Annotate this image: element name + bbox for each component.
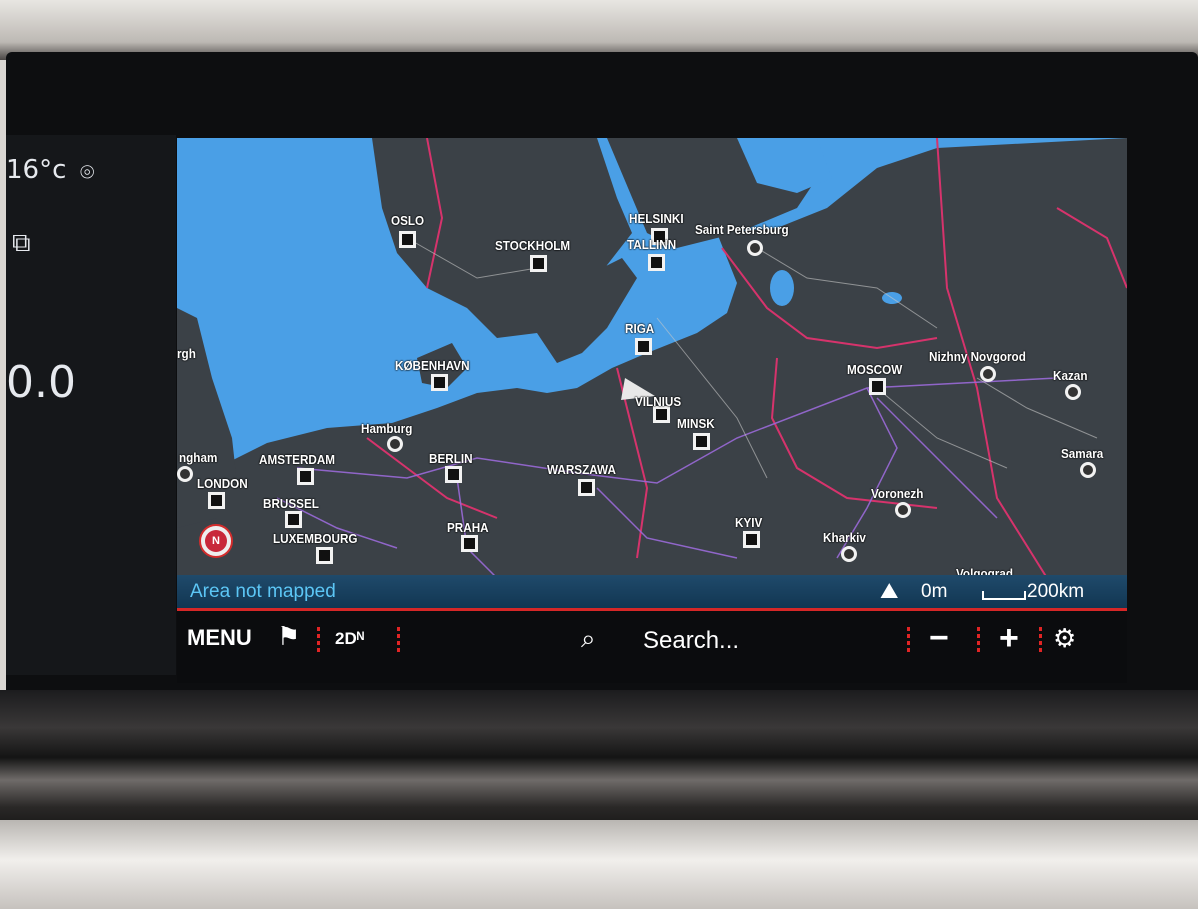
city-marker[interactable] [743, 531, 760, 548]
city-label: Nizhny Novgorod [929, 349, 1026, 364]
toolbar-separator [907, 627, 910, 653]
navigation-toolbar: MENU ⚑ 2Dᴺ ⌕ Search... − + ⚙ [177, 613, 1127, 683]
city-label: ngham [179, 450, 218, 465]
city-label: Voronezh [871, 486, 924, 501]
city-marker[interactable] [431, 374, 448, 391]
map-pin-icon: ⌾ [80, 158, 95, 186]
city-label: LUXEMBOURG [273, 531, 358, 546]
map-status-bar: Area not mapped ⛰ 0m 200km [177, 575, 1127, 611]
search-icon[interactable]: ⌕ [581, 623, 596, 655]
scale-bar-icon [982, 591, 1026, 600]
city-marker[interactable] [693, 433, 710, 450]
city-label: MOSCOW [847, 362, 903, 377]
compass-north-icon: N [205, 530, 227, 552]
mountain-icon: ⛰ [880, 578, 899, 603]
toolbar-separator [1039, 627, 1042, 653]
zoom-out-button[interactable]: − [929, 619, 949, 658]
speed-readout: 0.0 [6, 357, 76, 408]
city-label: VILNIUS [635, 394, 682, 409]
map-options-icon[interactable]: ⚙ [1053, 623, 1076, 654]
city-marker[interactable] [285, 511, 302, 528]
city-marker[interactable] [980, 366, 996, 382]
city-marker[interactable] [399, 231, 416, 248]
zoom-in-button[interactable]: + [999, 619, 1019, 658]
compass-button[interactable]: N [199, 524, 233, 558]
toolbar-separator [397, 627, 400, 653]
media-source-icon[interactable]: ⧉ [12, 228, 31, 259]
menu-button[interactable]: MENU [187, 625, 252, 651]
city-marker[interactable] [297, 468, 314, 485]
city-label: WARSZAWA [547, 462, 616, 477]
destination-flag-icon[interactable]: ⚑ [277, 621, 300, 652]
city-label: Kazan [1053, 368, 1088, 383]
city-marker[interactable] [461, 535, 478, 552]
city-marker[interactable] [635, 338, 652, 355]
city-label: MINSK [677, 416, 715, 431]
city-label: BRUSSEL [263, 496, 319, 511]
dashboard-chrome-strip [0, 820, 1198, 909]
city-marker[interactable] [869, 378, 886, 395]
city-label: TALLINN [627, 237, 677, 252]
search-input[interactable]: Search... [643, 627, 739, 655]
city-label: KYIV [735, 515, 763, 530]
city-label: Saint Petersburg [695, 222, 789, 237]
city-marker[interactable] [445, 466, 462, 483]
city-label: AMSTERDAM [259, 452, 336, 467]
city-marker[interactable] [895, 502, 911, 518]
city-marker[interactable] [747, 240, 763, 256]
city-marker[interactable] [1065, 384, 1081, 400]
city-marker[interactable] [316, 547, 333, 564]
city-marker[interactable] [208, 492, 225, 509]
temperature-readout: 16°c [6, 155, 67, 185]
city-label: HELSINKI [629, 211, 684, 226]
city-label: BERLIN [429, 451, 473, 466]
city-label: rgh [177, 346, 196, 361]
city-marker[interactable] [1080, 462, 1096, 478]
city-label: Hamburg [361, 421, 413, 436]
city-marker[interactable] [177, 466, 193, 482]
city-label: Kharkiv [823, 530, 866, 545]
city-marker[interactable] [387, 436, 403, 452]
bezel-top [0, 0, 1198, 60]
city-label: LONDON [197, 476, 248, 491]
toolbar-separator [317, 627, 320, 653]
city-label: KØBENHAVN [395, 358, 470, 373]
area-status-message: Area not mapped [190, 581, 336, 602]
view-mode-button[interactable]: 2Dᴺ [335, 629, 364, 649]
city-label: OSLO [391, 213, 425, 228]
scale-value: 200km [1027, 581, 1085, 602]
lake-peipus [770, 270, 794, 306]
city-label: RIGA [625, 321, 655, 336]
city-label: PRAHA [447, 520, 489, 535]
city-marker[interactable] [578, 479, 595, 496]
toolbar-separator [977, 627, 980, 653]
city-marker[interactable] [841, 546, 857, 562]
city-label: STOCKHOLM [495, 238, 571, 253]
city-label: Samara [1061, 446, 1104, 461]
navigation-screen: OSLO STOCKHOLM HELSINKI TALLINN Saint Pe… [177, 138, 1127, 683]
city-marker[interactable] [530, 255, 547, 272]
dashboard-trim [0, 690, 1198, 840]
elevation-value: 0m [921, 581, 948, 602]
city-marker[interactable] [648, 254, 665, 271]
